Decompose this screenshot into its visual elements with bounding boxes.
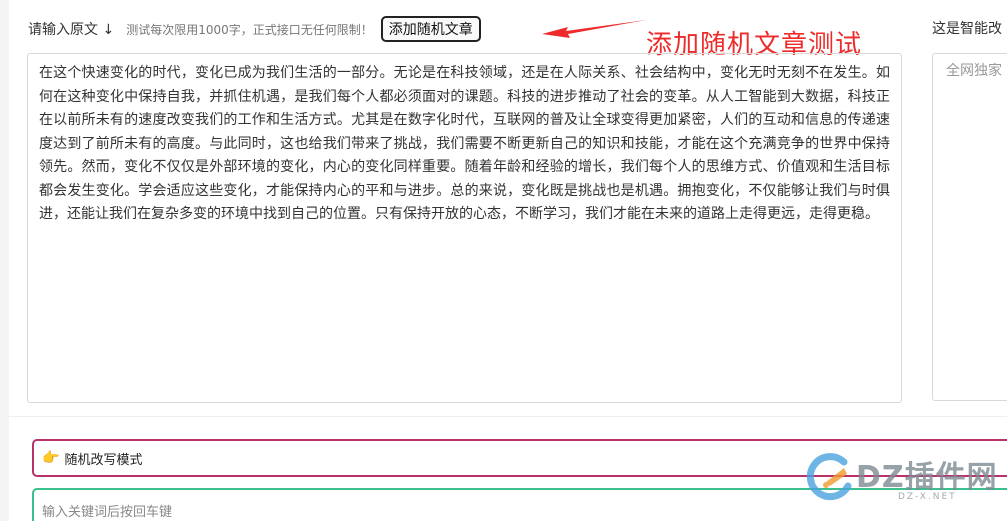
result-label: 这是智能改 [932, 21, 1002, 37]
limit-hint: 测试每次限用1000字，正式接口无任何限制！ [126, 22, 373, 37]
source-label: 请输入原文 ↓ [28, 22, 115, 38]
watermark: DZ插件网 DZ-X.NET [806, 452, 1007, 507]
annotation-arrow-icon [542, 20, 646, 38]
watermark-domain: DZ-X.NET [898, 492, 957, 502]
watermark-brand: DZ插件网 [856, 460, 998, 495]
mode-label: 随机改写模式 [64, 452, 143, 468]
left-strip [0, 0, 9, 521]
pointing-hand-icon: 👉 [42, 450, 60, 466]
page: 请输入原文 ↓ 测试每次限用1000字，正式接口无任何限制！ 添加随机文章 添加… [0, 0, 1007, 521]
add-random-article-button[interactable]: 添加随机文章 [380, 16, 481, 42]
result-textarea[interactable]: 全网独家 [932, 53, 1007, 401]
source-label-row: 请输入原文 ↓ 测试每次限用1000字，正式接口无任何限制！ 添加随机文章 [28, 14, 481, 44]
source-textarea[interactable]: 在这个快速变化的时代，变化已成为我们生活的一部分。无论是在科技领域，还是在人际关… [27, 53, 902, 403]
section-divider [9, 416, 1007, 417]
dz-logo-icon [806, 453, 852, 501]
keyword-input[interactable] [40, 500, 744, 521]
